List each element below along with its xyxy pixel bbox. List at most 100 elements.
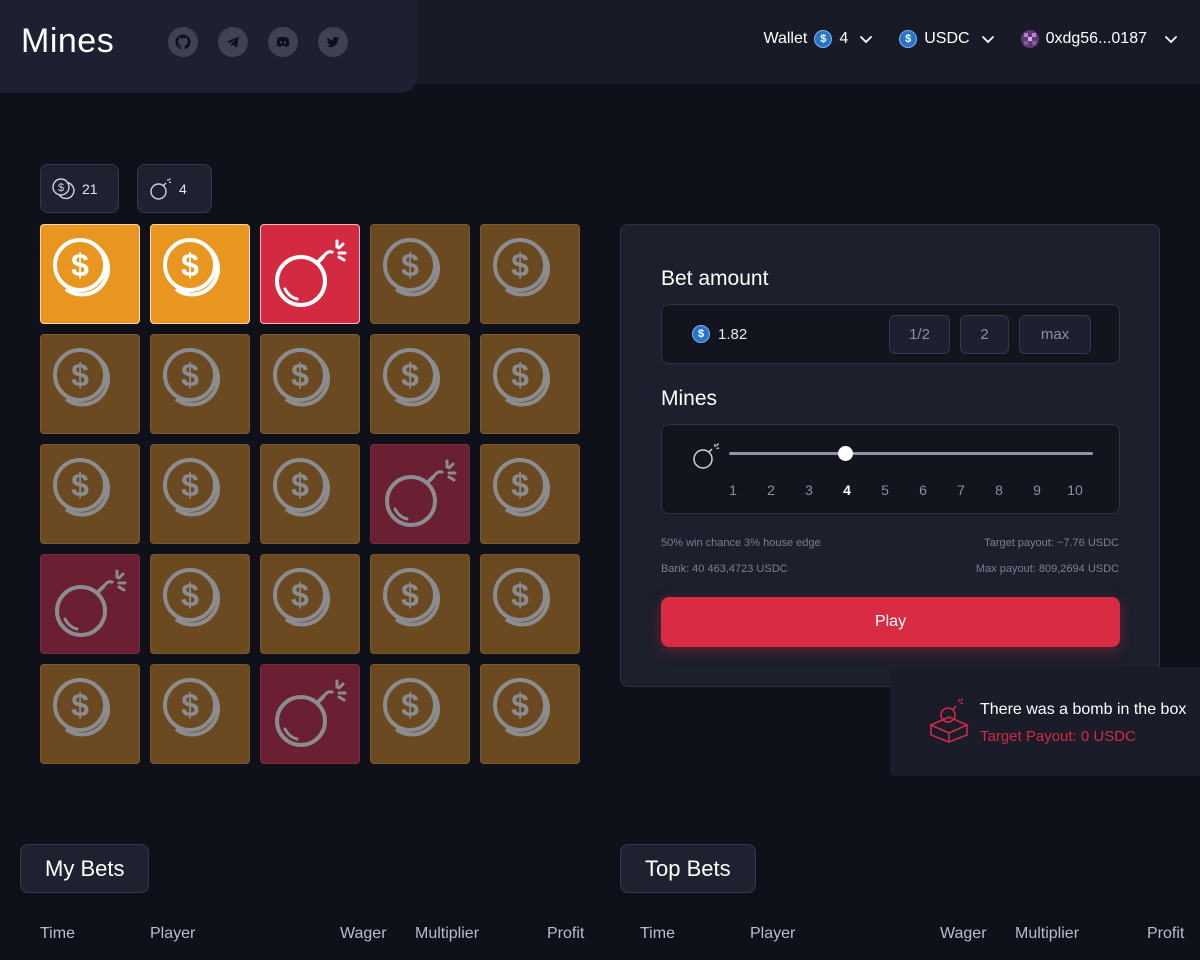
svg-text:$: $ [181, 687, 199, 723]
mines-option[interactable]: 1 [723, 482, 743, 498]
grid-tile[interactable]: $ [150, 224, 250, 324]
grid-tile[interactable]: $ [480, 224, 580, 324]
svg-text:$: $ [401, 357, 419, 393]
grid-tile[interactable] [260, 224, 360, 324]
mines-option[interactable]: 8 [989, 482, 1009, 498]
grid-tile[interactable]: $ [480, 554, 580, 654]
mines-option[interactable]: 4 [837, 482, 857, 498]
grid-tile[interactable] [40, 554, 140, 654]
grid-tile[interactable]: $ [40, 444, 140, 544]
github-icon[interactable] [168, 27, 198, 57]
grid-tile[interactable]: $ [40, 334, 140, 434]
chevron-down-icon [1165, 36, 1177, 44]
app-logo[interactable]: Mines [21, 22, 114, 61]
coins-icon: $ [163, 678, 220, 737]
bomb-toast: There was a bomb in the box Target Payou… [890, 667, 1200, 776]
mines-title: Mines [661, 387, 718, 410]
grid-tile[interactable]: $ [370, 664, 470, 764]
coins-icon: $ [493, 678, 550, 737]
grid-tile[interactable]: $ [480, 444, 580, 544]
grid-tile[interactable]: $ [370, 224, 470, 324]
grid-tile[interactable]: $ [40, 224, 140, 324]
grid-tile[interactable]: $ [260, 554, 360, 654]
chevron-down-icon [981, 36, 994, 44]
bomb-icon [385, 459, 457, 527]
bet-amount-input[interactable]: $ 1.82 [692, 325, 747, 343]
grid-tile[interactable]: $ [480, 334, 580, 434]
header-nav: Wallet $ 4 $ USDC 0xdg56...0187 [763, 30, 1178, 48]
svg-text:$: $ [401, 247, 419, 283]
mines-option[interactable]: 9 [1027, 482, 1047, 498]
my-bets-col-time: Time [40, 925, 75, 942]
grid-tile[interactable]: $ [480, 664, 580, 764]
coins-icon: $ [273, 348, 330, 407]
coins-icon: $ [493, 458, 550, 517]
discord-icon[interactable] [268, 27, 298, 57]
mines-option[interactable]: 5 [875, 482, 895, 498]
svg-text:$: $ [511, 247, 529, 283]
bomb-icon [55, 569, 127, 637]
grid-tile[interactable]: $ [150, 334, 250, 434]
grid-tile[interactable]: $ [150, 554, 250, 654]
coins-count: 21 [82, 180, 98, 197]
grid-tile[interactable]: $ [40, 664, 140, 764]
chevron-down-icon [860, 36, 873, 44]
telegram-icon[interactable] [218, 27, 248, 57]
double-bet-button[interactable]: 2 [960, 315, 1009, 354]
bombs-count: 4 [179, 180, 187, 197]
grid-tile[interactable]: $ [150, 664, 250, 764]
grid-tile[interactable]: $ [370, 334, 470, 434]
max-payout-info: Max payout: 809,2694 USDC [975, 563, 1119, 575]
toast-title: There was a bomb in the box [980, 701, 1187, 718]
mines-option[interactable]: 6 [913, 482, 933, 498]
grid-tile[interactable]: $ [370, 554, 470, 654]
coins-counter: $ 21 [40, 164, 119, 213]
svg-text:$: $ [71, 357, 89, 393]
half-bet-button[interactable]: 1/2 [889, 315, 950, 354]
usdc-icon: $ [692, 325, 710, 343]
top-bets-tab[interactable]: Top Bets [620, 844, 756, 893]
coins-icon: $ [163, 238, 220, 297]
my-bets-tab[interactable]: My Bets [20, 844, 150, 893]
svg-text:$: $ [511, 687, 529, 723]
target-payout-info: Target payout: ~7.76 USDC [984, 537, 1119, 549]
usdc-icon: $ [814, 30, 833, 48]
max-bet-button[interactable]: max [1019, 315, 1091, 354]
grid-tile[interactable] [370, 444, 470, 544]
twitter-icon[interactable] [318, 27, 348, 57]
svg-text:$: $ [401, 687, 419, 723]
bet-amount-box: $ 1.82 1/2 2 max [661, 304, 1120, 364]
coins-icon: $ [383, 568, 440, 627]
play-button[interactable]: Play [661, 597, 1120, 647]
bomb-icon [150, 177, 172, 200]
mines-option[interactable]: 7 [951, 482, 971, 498]
coins-icon: $ [53, 458, 110, 517]
top-bets-col-time: Time [640, 925, 675, 942]
mines-option[interactable]: 3 [799, 482, 819, 498]
grid-tile[interactable]: $ [150, 444, 250, 544]
wallet-count: 4 [839, 30, 849, 47]
svg-text:$: $ [511, 577, 529, 613]
mines-slider[interactable] [729, 446, 1093, 461]
svg-text:$: $ [58, 182, 64, 194]
bombs-counter: 4 [137, 164, 212, 213]
bet-amount-title: Bet amount [661, 267, 769, 290]
svg-text:$: $ [291, 357, 309, 393]
svg-text:$: $ [71, 247, 89, 283]
grid-tile[interactable]: $ [260, 334, 360, 434]
svg-text:$: $ [181, 577, 199, 613]
svg-text:$: $ [401, 577, 419, 613]
grid-tile[interactable] [260, 664, 360, 764]
currency-menu[interactable]: $ USDC [899, 30, 994, 48]
slider-thumb[interactable] [838, 446, 853, 461]
mines-option[interactable]: 10 [1065, 482, 1085, 498]
grid-tile[interactable]: $ [260, 444, 360, 544]
svg-text:$: $ [181, 357, 199, 393]
svg-text:$: $ [71, 467, 89, 503]
account-menu[interactable]: 0xdg56...0187 [1020, 30, 1178, 48]
coins-icon: $ [163, 348, 220, 407]
svg-text:$: $ [71, 687, 89, 723]
svg-text:$: $ [181, 247, 199, 283]
wallet-menu[interactable]: Wallet $ 4 [763, 30, 873, 48]
mines-option[interactable]: 2 [761, 482, 781, 498]
